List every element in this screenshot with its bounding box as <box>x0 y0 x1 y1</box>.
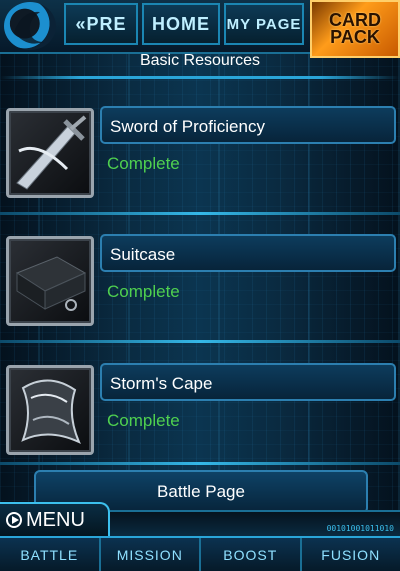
menu-tabs: BATTLE MISSION BOOST FUSION <box>0 536 400 571</box>
resource-item: Storm's Cape Complete <box>0 359 400 477</box>
decorative-code: 00101001011010 <box>326 524 394 533</box>
tab-fusion[interactable]: FUSION <box>302 538 400 571</box>
sword-icon <box>6 108 94 198</box>
card-pack-button[interactable]: CARD PACK <box>310 0 400 58</box>
cape-icon <box>6 365 94 455</box>
section-title: Basic Resources <box>139 52 261 69</box>
item-divider <box>0 462 400 465</box>
tab-mission[interactable]: MISSION <box>101 538 201 571</box>
tab-battle[interactable]: BATTLE <box>0 538 101 571</box>
menu-label: MENU <box>26 508 85 531</box>
resource-item: Suitcase Complete <box>0 230 400 348</box>
previous-button[interactable]: «PRE <box>64 3 138 45</box>
item-divider <box>0 340 400 343</box>
item-divider <box>0 212 400 215</box>
item-status: Complete <box>107 282 180 301</box>
card-pack-label-line2: PACK <box>330 27 380 47</box>
item-status: Complete <box>107 154 180 173</box>
my-page-button[interactable]: MY PAGE <box>224 3 304 45</box>
top-navigation-bar: «PRE HOME MY PAGE CARD PACK <box>0 0 400 58</box>
item-name[interactable]: Sword of Proficiency <box>100 106 396 144</box>
decorative-panel: 00101001011010 <box>110 510 400 536</box>
item-status: Complete <box>107 411 180 430</box>
title-divider <box>0 76 400 79</box>
suitcase-icon <box>6 236 94 326</box>
home-button[interactable]: HOME <box>142 3 220 45</box>
game-logo-icon[interactable] <box>4 2 56 50</box>
tab-boost[interactable]: BOOST <box>201 538 302 571</box>
resource-item: Sword of Proficiency Complete <box>0 102 400 220</box>
item-name[interactable]: Suitcase <box>100 234 396 272</box>
menu-button[interactable]: MENU <box>0 502 110 536</box>
play-icon <box>6 512 22 528</box>
item-name[interactable]: Storm's Cape <box>100 363 396 401</box>
